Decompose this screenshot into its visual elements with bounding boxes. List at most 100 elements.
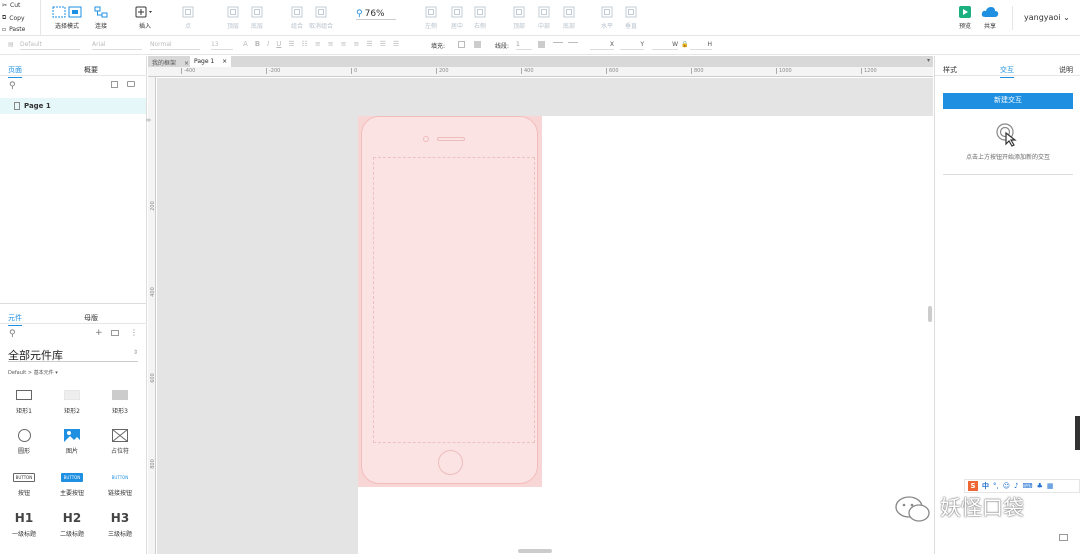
tool-disabled-4[interactable]: 取消组合 (306, 6, 336, 30)
widget-primary-button[interactable]: BUTTON 主要按钮 (52, 470, 92, 497)
y-input[interactable]: Y (620, 41, 644, 50)
sogou-icon[interactable]: S (968, 481, 978, 491)
zoom-select[interactable]: ⚲ 76% (356, 9, 396, 20)
tool-disabled-10[interactable]: 底部 (554, 6, 584, 30)
search-icon[interactable]: ⚲ (9, 81, 16, 91)
ruler-tick: 600 (149, 373, 156, 383)
cloud-icon (981, 7, 999, 17)
link-button-icon: BUTTON (111, 474, 129, 480)
align-left-icon[interactable]: ≡ (315, 40, 321, 48)
style-select[interactable]: Default (20, 41, 80, 50)
tab-dropdown-icon[interactable]: ▾ (927, 57, 930, 64)
zoom-value: 76% (364, 9, 385, 19)
share-button[interactable]: 共享 (975, 6, 1005, 30)
tool-disabled-0[interactable]: 点 (173, 6, 203, 30)
widget-rect-outline[interactable]: 矩形1 (4, 388, 44, 415)
design-canvas[interactable] (157, 78, 933, 554)
tool-disabled-12[interactable]: 垂直 (616, 6, 646, 30)
line-width-input[interactable]: 1 (516, 41, 532, 50)
wechat-logo-icon (895, 496, 930, 522)
tab-style[interactable]: 样式 (943, 65, 957, 75)
align-center-icon[interactable]: ≡ (328, 40, 334, 48)
more-icon[interactable]: ⋮ (130, 328, 138, 337)
close-icon[interactable]: × (184, 60, 189, 67)
restore-icon[interactable] (1059, 534, 1068, 541)
emoji-icon[interactable]: ☺ (1003, 482, 1010, 490)
widget-placeholder[interactable]: 占位符 (100, 428, 140, 455)
tab-interaction[interactable]: 交互 (1000, 65, 1014, 78)
vertical-scrollbar[interactable] (928, 306, 932, 322)
tool-icon (425, 6, 437, 18)
font-select[interactable]: Arial (92, 41, 142, 50)
microphone-icon[interactable]: ♪ (1014, 482, 1018, 490)
magnifier-icon: ⚲ (356, 9, 363, 19)
widget-h2[interactable]: H2 二级标题 (52, 511, 92, 538)
shadow-swatch[interactable] (474, 41, 481, 48)
language-indicator[interactable]: 中 (982, 481, 989, 491)
add-library-icon[interactable]: + (95, 328, 103, 338)
fill-color-swatch[interactable] (458, 41, 465, 48)
cut-button[interactable]: ✂ Cut (2, 2, 20, 9)
tab-page1[interactable]: Page 1 × (190, 56, 232, 67)
new-interaction-button[interactable]: 新建交互 (943, 93, 1073, 109)
toolbox-icon[interactable]: ▦ (1047, 482, 1054, 490)
font-size-select[interactable]: 13 (211, 41, 233, 50)
library-copy-icon[interactable] (111, 330, 119, 336)
library-select[interactable]: 全部元件库 ⇕ (8, 347, 138, 362)
line-style-icon[interactable] (553, 42, 563, 43)
paste-button[interactable]: ▫ Paste (2, 26, 25, 33)
tab-widgets[interactable]: 元件 (8, 313, 22, 326)
tab-frame[interactable]: 我的框架 × (148, 56, 193, 67)
phone-frame[interactable] (358, 116, 542, 487)
text-color-icon[interactable]: A (243, 40, 248, 48)
height-input[interactable]: H (690, 41, 712, 50)
user-menu[interactable]: yangyaoi ⌄ (1024, 13, 1070, 22)
select-mode-button[interactable]: 选择模式 (50, 6, 84, 30)
widget-link-button[interactable]: BUTTON 链接按钮 (100, 470, 140, 498)
copy-button[interactable]: ⧉ Copy (2, 14, 25, 22)
widget-image[interactable]: 图片 (52, 428, 92, 455)
widget-rect-grey[interactable]: 矩形3 (100, 388, 140, 415)
keyboard-icon[interactable]: ⌨ (1023, 482, 1033, 490)
lock-ratio-icon[interactable]: 🔒 (681, 41, 688, 48)
x-input[interactable]: X (590, 41, 614, 50)
weight-select[interactable]: Normal (150, 41, 200, 50)
widget-circle[interactable]: 圆形 (4, 428, 44, 455)
underline-icon[interactable]: U (276, 40, 281, 48)
arrow-style-icon[interactable] (568, 42, 578, 43)
search-icon[interactable]: ⚲ (9, 329, 16, 339)
width-input[interactable]: W (652, 41, 678, 50)
page-item-page1[interactable]: Page 1 (0, 98, 146, 114)
tool-disabled-2[interactable]: 底层 (242, 6, 272, 30)
align-right-icon[interactable]: ≡ (341, 40, 347, 48)
close-icon[interactable]: × (222, 58, 227, 65)
tab-notes[interactable]: 说明 (1059, 65, 1073, 75)
widget-h3[interactable]: H3 三级标题 (100, 511, 140, 538)
bold-icon[interactable]: B (255, 40, 260, 48)
strikethrough-icon[interactable]: ☰ (288, 40, 294, 48)
widget-h1[interactable]: H1 一级标题 (4, 511, 44, 538)
widget-rect-light[interactable]: 矩形2 (52, 388, 92, 415)
connect-button[interactable]: 连接 (86, 6, 116, 30)
add-page-icon[interactable] (111, 81, 118, 88)
tab-masters[interactable]: 母版 (84, 313, 98, 323)
insert-button[interactable]: 插入 (130, 6, 160, 30)
horizontal-scrollbar[interactable] (518, 549, 552, 553)
widget-button[interactable]: BUTTON 按钮 (4, 470, 44, 497)
justify-icon[interactable]: ≡ (354, 40, 360, 48)
tab-outline[interactable]: 概要 (84, 65, 98, 75)
tool-disabled-7[interactable]: 右侧 (465, 6, 495, 30)
italic-icon[interactable]: I (267, 40, 269, 48)
valign-middle-icon[interactable]: ☰ (380, 40, 386, 48)
line-color-swatch[interactable] (538, 41, 545, 48)
punctuation-icon[interactable]: °, (993, 482, 999, 490)
side-handle[interactable] (1075, 416, 1080, 450)
valign-top-icon[interactable]: ☰ (366, 40, 372, 48)
list-icon[interactable]: ☷ (302, 40, 308, 48)
skin-icon[interactable]: ♣ (1037, 482, 1043, 490)
tool-icon (291, 6, 303, 18)
style-painter-icon[interactable]: ▤ (8, 41, 14, 48)
add-folder-icon[interactable] (127, 81, 135, 87)
valign-bottom-icon[interactable]: ☰ (393, 40, 399, 48)
tab-pages[interactable]: 页面 (8, 65, 22, 78)
